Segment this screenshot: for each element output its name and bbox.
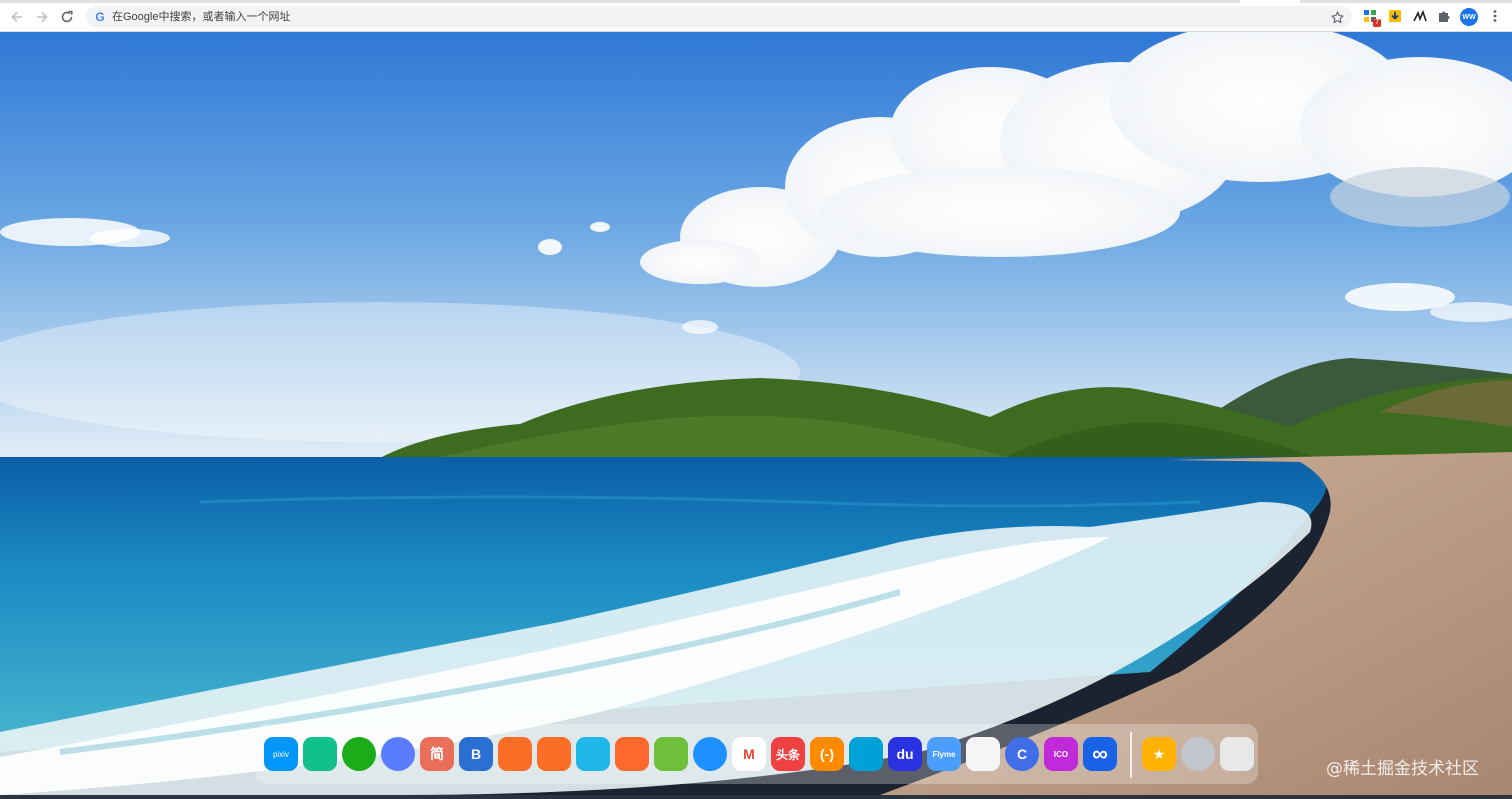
dock-app-icourse-icon[interactable]: ICO [1044,737,1078,771]
profile-avatar[interactable]: WW [1460,8,1478,26]
dock-app-c-app-icon[interactable]: C [1005,737,1039,771]
browser-toolbar: G 在Google中搜索，或者输入一个网址 7 WW [0,0,1512,32]
extension-button-3[interactable] [1412,8,1428,24]
dock-app-bootstrap-icon[interactable]: B [459,737,493,771]
dock-app-flyme-icon[interactable]: Flyme [927,737,961,771]
dock-app-jianshu-icon[interactable]: 简 [420,737,454,771]
desktop-wallpaper [0,32,1512,795]
signature-extension-icon [1413,9,1427,22]
dock-app-bilibili-icon[interactable] [849,737,883,771]
dock-app-video-play-icon[interactable] [303,737,337,771]
dock-app-launchpad-icon[interactable] [1181,737,1215,771]
forward-arrow-icon [37,11,48,23]
dock-app-gitlab-2-icon[interactable] [537,737,571,771]
extension-button-2[interactable] [1387,8,1403,24]
extension-badge: 7 [1373,19,1381,27]
puzzle-icon [1439,11,1450,22]
dock-app-gmail-icon[interactable]: M [732,737,766,771]
address-bar-placeholder: 在Google中搜索，或者输入一个网址 [112,11,291,23]
beach-landscape [0,32,1512,795]
browser-menu-button[interactable] [1487,8,1503,24]
active-tab[interactable] [1240,0,1300,3]
dock-app-hexagon-app-icon[interactable] [576,737,610,771]
dock-app-gitlab-icon[interactable] [498,737,532,771]
dock-app-wechat-icon[interactable] [342,737,376,771]
dock-app-sunflower-app-icon[interactable] [654,737,688,771]
dock-app-pixiv-icon[interactable]: pixiv [264,737,298,771]
dock-app-notes-icon[interactable] [966,737,1000,771]
reload-button[interactable] [58,8,76,26]
dock-app-audio-app-icon[interactable] [615,737,649,771]
dock-divider [1130,732,1132,778]
extensions-menu-button[interactable] [1436,8,1452,24]
back-arrow-icon [11,11,22,23]
star-icon [1330,10,1344,23]
more-vertical-icon [1493,10,1497,22]
back-button[interactable] [8,8,26,26]
taskbar-edge [0,795,1512,799]
reload-icon [61,10,73,23]
dock-app-baidu-icon[interactable]: du [888,737,922,771]
dock-app-infinity-icon[interactable]: ∞ [1083,737,1117,771]
google-icon: G [95,10,105,24]
dock-app-toutiao-icon[interactable]: 头条 [771,737,805,771]
tab-strip [0,0,1512,3]
address-bar[interactable]: G 在Google中搜索，或者输入一个网址 [86,6,1352,28]
dock-app-trash-icon[interactable] [1220,737,1254,771]
forward-button[interactable] [33,8,51,26]
download-extension-icon [1389,10,1401,22]
app-dock: pixiv 简 B M 头条 (-) du Flyme C ICO ∞ ★ [255,724,1258,784]
bookmark-star-button[interactable] [1328,8,1346,26]
dock-app-circle-app-icon[interactable] [693,737,727,771]
dock-app-code-app-icon[interactable]: (-) [810,737,844,771]
dock-app-favorites-icon[interactable]: ★ [1142,737,1176,771]
watermark: @稀土掘金技术社区 [1326,759,1479,779]
extension-button-1[interactable]: 7 [1362,8,1381,27]
dock-app-qq-icon[interactable] [381,737,415,771]
